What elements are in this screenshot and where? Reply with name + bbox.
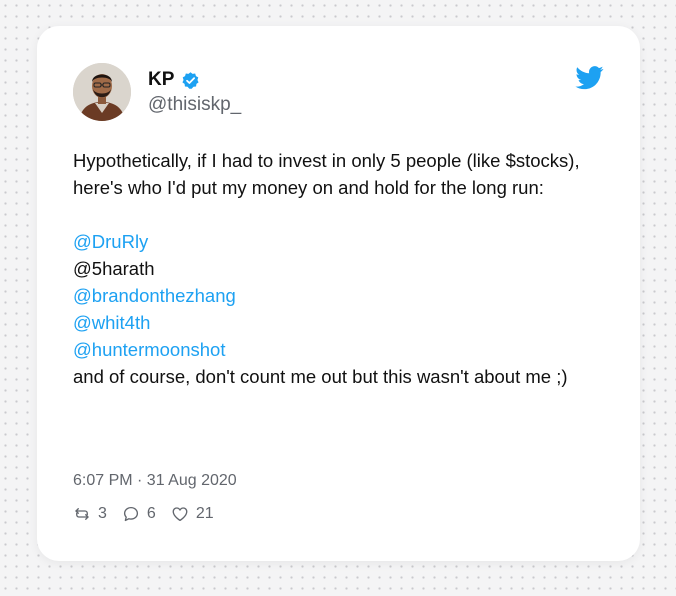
mention-link[interactable]: @DruRly xyxy=(73,228,613,255)
verified-badge-icon xyxy=(181,71,200,90)
mention-link[interactable]: @whit4th xyxy=(73,309,613,336)
author-name[interactable]: KP xyxy=(148,69,174,91)
tweet-timestamp[interactable]: 6:07 PM · 31 Aug 2020 xyxy=(73,472,237,490)
reply-button[interactable]: 6 xyxy=(122,505,156,523)
tweet-intro: Hypothetically, if I had to invest in on… xyxy=(73,150,580,198)
reply-icon xyxy=(123,506,138,522)
avatar[interactable] xyxy=(73,63,131,121)
tweet-closing: and of course, don't count me out but th… xyxy=(73,366,568,387)
mention-list: @DruRly @5harath @brandonthezhang @whit4… xyxy=(73,228,613,363)
reply-count: 6 xyxy=(146,505,156,522)
retweet-icon xyxy=(75,508,89,520)
retweet-count: 3 xyxy=(98,505,107,522)
twitter-bird-icon[interactable] xyxy=(575,66,604,90)
mention-link[interactable]: @huntermoonshot xyxy=(73,336,613,363)
tweet-text: Hypothetically, if I had to invest in on… xyxy=(73,147,613,390)
mention-link[interactable]: @brandonthezhang xyxy=(73,282,613,309)
author-handle[interactable]: @thisiskp_ xyxy=(148,94,241,116)
author-name-row: KP xyxy=(148,69,200,91)
retweet-button[interactable]: 3 xyxy=(73,505,107,523)
mention-text: @5harath xyxy=(73,258,155,279)
tweet-card: KP @thisiskp_ Hypothetically, if I had t… xyxy=(37,26,640,561)
engagement-stats: 3 6 21 xyxy=(73,505,229,523)
heart-icon xyxy=(172,507,188,522)
like-button[interactable]: 21 xyxy=(171,505,214,523)
like-count: 21 xyxy=(195,505,214,522)
